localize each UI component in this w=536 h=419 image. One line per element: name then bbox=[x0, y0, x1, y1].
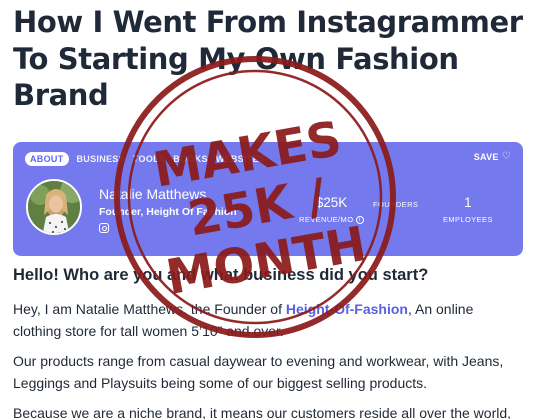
heart-outline-icon: ♡ bbox=[501, 151, 511, 162]
avatar[interactable] bbox=[26, 179, 82, 235]
tab-about[interactable]: ABOUT bbox=[25, 152, 69, 166]
stat-employees: 1 EMPLOYEES bbox=[443, 195, 493, 224]
paragraph-products: Our products range from casual daywear t… bbox=[13, 353, 504, 391]
stat-employees-label: EMPLOYEES bbox=[443, 215, 493, 224]
save-label: SAVE bbox=[473, 152, 499, 162]
instagram-icon[interactable] bbox=[99, 223, 109, 233]
stat-employees-value: 1 bbox=[464, 195, 472, 210]
paragraph-niche: Because we are a niche brand, it means o… bbox=[13, 405, 512, 419]
article-page: How I Went From Instagrammer To Starting… bbox=[0, 0, 536, 419]
save-button[interactable]: SAVE ♡ bbox=[473, 151, 511, 163]
revenue-stamp: MAKES 25K / MONTH bbox=[114, 56, 396, 338]
